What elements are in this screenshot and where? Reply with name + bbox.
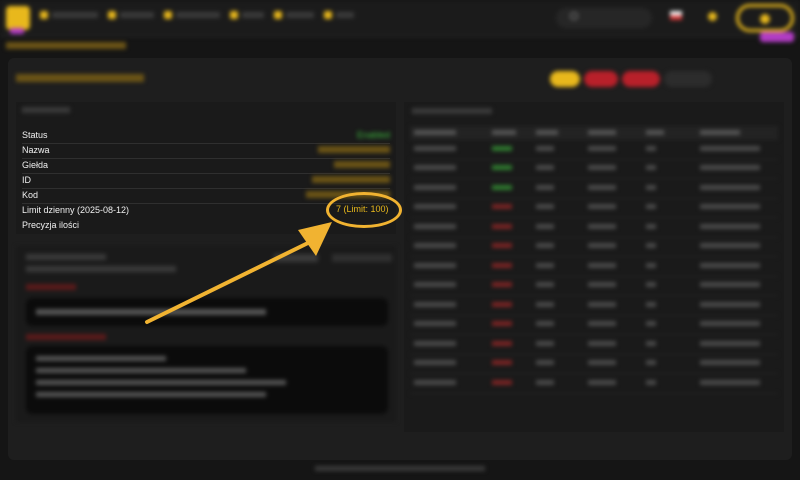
footer-bar bbox=[315, 466, 485, 471]
arrow-annotation bbox=[145, 222, 332, 324]
footer bbox=[0, 466, 800, 473]
arrow-annotation-head bbox=[298, 222, 332, 256]
arrow-annotation-shaft bbox=[145, 240, 312, 324]
